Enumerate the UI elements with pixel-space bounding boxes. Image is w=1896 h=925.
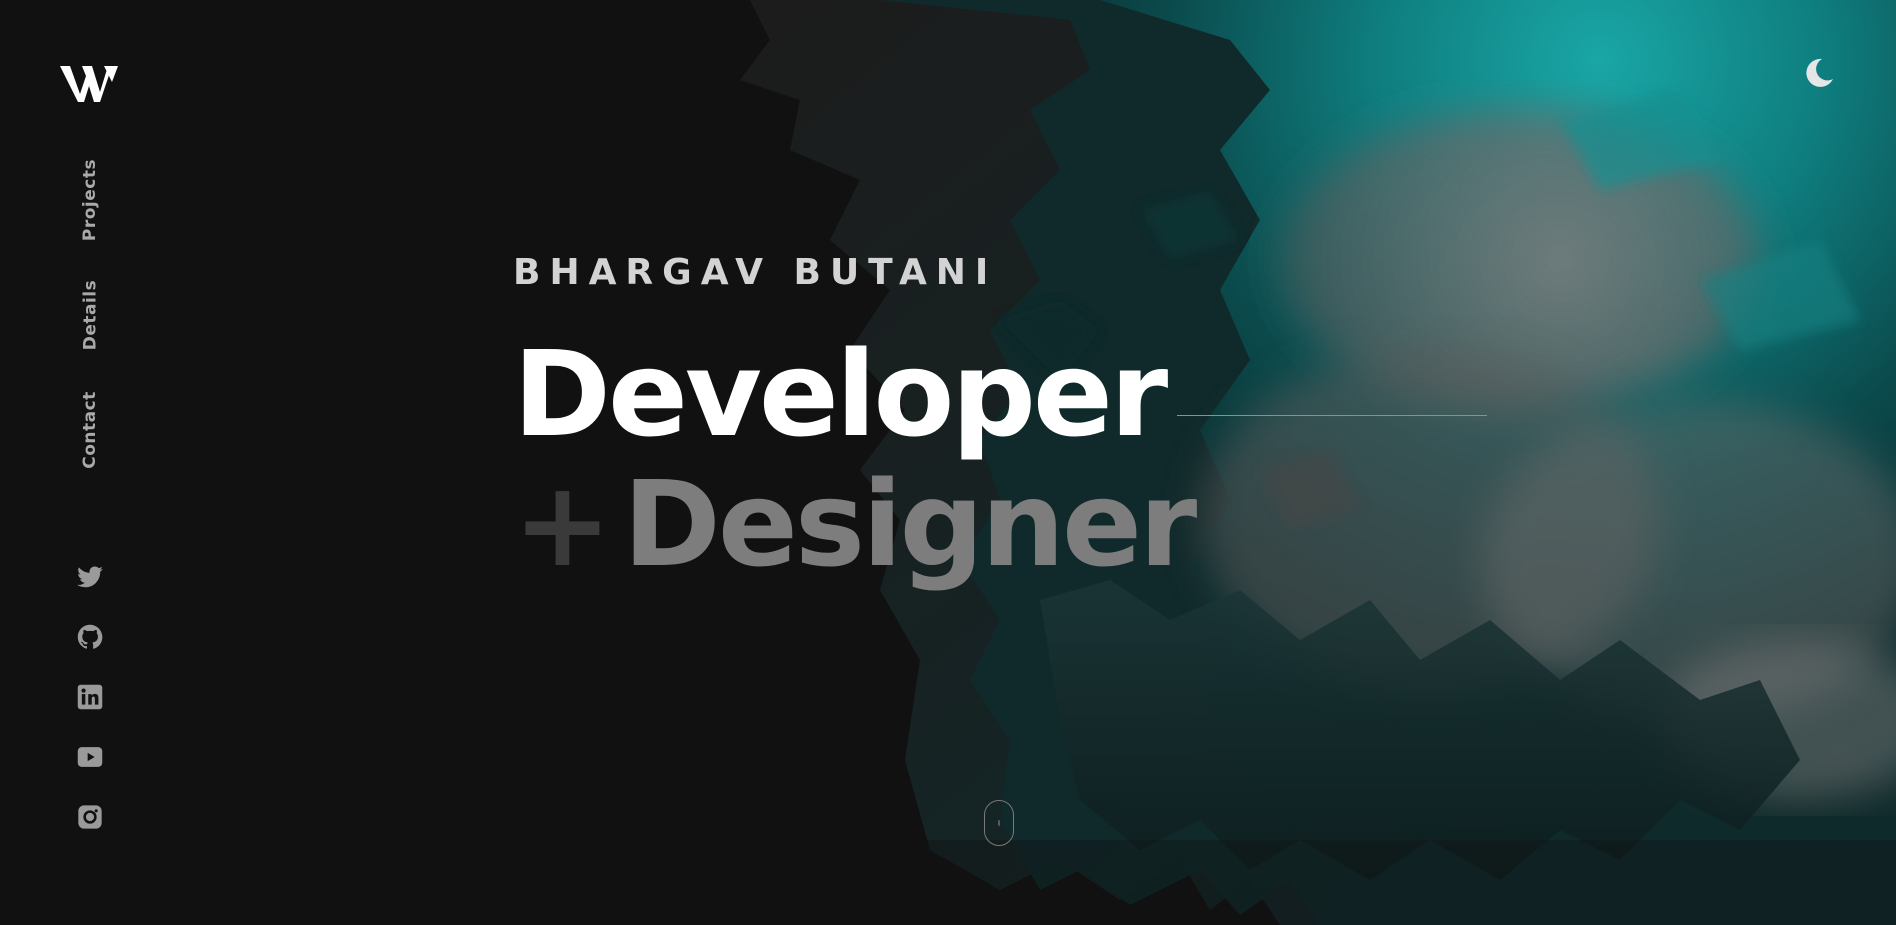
github-icon [77, 624, 103, 649]
nav-item-label: Contact [80, 391, 100, 469]
instagram-link[interactable] [76, 803, 104, 831]
hero-name: BHARGAV BUTANI [513, 252, 998, 293]
nav-item-contact[interactable]: Contact [72, 385, 108, 475]
mouse-scroll-icon [998, 820, 1000, 826]
twitter-icon [77, 566, 103, 588]
logo[interactable] [60, 62, 120, 104]
theme-toggle-button[interactable] [1800, 55, 1836, 91]
linkedin-icon [77, 684, 103, 710]
youtube-link[interactable] [76, 743, 104, 771]
nav-item-projects[interactable]: Projects [72, 155, 108, 245]
scroll-indicator[interactable] [984, 800, 1014, 846]
nav-item-label: Details [80, 279, 101, 351]
nav-item-label: Projects [80, 158, 101, 242]
hero-title-designer: Designer [622, 455, 1197, 593]
twitter-link[interactable] [76, 563, 104, 591]
plus-sign: + [513, 455, 612, 593]
linkedin-link[interactable] [76, 683, 104, 711]
moon-icon [1806, 58, 1833, 87]
hero-title-line2: + Designer [513, 465, 1197, 583]
w-monogram-logo-icon [60, 66, 118, 102]
instagram-icon [78, 805, 102, 829]
github-link[interactable] [76, 623, 104, 651]
youtube-icon [77, 747, 103, 767]
page: Projects Details Contact BHARGAV BUTANI … [0, 0, 1896, 925]
hero-title-developer: Developer [513, 325, 1168, 463]
nav-item-details[interactable]: Details [72, 275, 108, 355]
hero-divider [1177, 415, 1487, 416]
